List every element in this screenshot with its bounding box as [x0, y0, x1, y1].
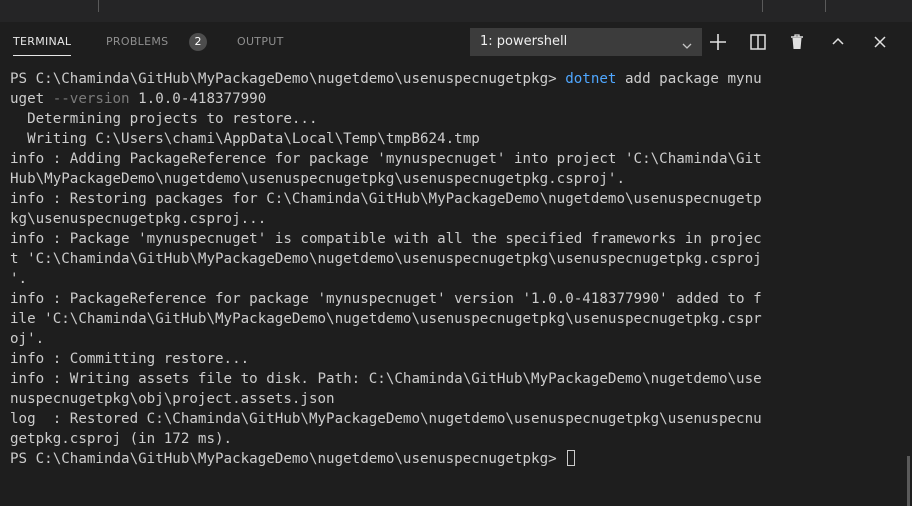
trash-icon[interactable]	[785, 30, 809, 54]
terminal-line: ile 'C:\Chaminda\GitHub\MyPackageDemo\nu…	[10, 309, 900, 329]
split-icon[interactable]	[746, 30, 770, 54]
scrollbar[interactable]	[907, 456, 910, 506]
terminal-output[interactable]: PS C:\Chaminda\GitHub\MyPackageDemo\nuge…	[0, 64, 912, 506]
terminal-text: uget	[10, 91, 53, 107]
terminal-line: info : Committing restore...	[10, 349, 900, 369]
terminal-line: '.	[10, 269, 900, 289]
chevron-up-icon[interactable]	[826, 30, 850, 54]
terminal-text: 1.0.0-418377990	[129, 91, 267, 107]
terminal-lines: PS C:\Chaminda\GitHub\MyPackageDemo\nuge…	[10, 69, 900, 469]
terminal-line: getpkg.csproj (in 172 ms).	[10, 429, 900, 449]
terminal-line: kg\usenuspecnugetpkg.csproj...	[10, 209, 900, 229]
divider	[98, 0, 99, 12]
terminal-text: info : Restoring packages for C:\Chamind…	[10, 191, 762, 207]
flag-token: --version	[52, 91, 130, 107]
terminal-text: t 'C:\Chaminda\GitHub\MyPackageDemo\nuge…	[10, 251, 762, 267]
terminal-line: info : Writing assets file to disk. Path…	[10, 369, 900, 389]
close-icon[interactable]	[868, 30, 892, 54]
divider	[825, 0, 826, 12]
editor-area-edge	[0, 0, 912, 23]
panel-header: TERMINAL PROBLEMS 2 OUTPUT 1: powershell	[0, 22, 912, 64]
terminal-line: Hub\MyPackageDemo\nugetdemo\usenuspecnug…	[10, 169, 900, 189]
problems-count-badge: 2	[189, 33, 207, 51]
terminal-line: uget --version 1.0.0-418377990	[10, 89, 900, 109]
terminal-text: '.	[10, 271, 28, 287]
terminal-text: info : Package 'mynuspecnuget' is compat…	[10, 231, 762, 247]
terminal-text: log : Restored C:\Chaminda\GitHub\MyPack…	[10, 411, 762, 427]
terminal-line: nuspecnugetpkg\obj\project.assets.json	[10, 389, 900, 409]
terminal-text: info : Adding PackageReference for packa…	[10, 151, 762, 167]
terminal-text: getpkg.csproj (in 172 ms).	[10, 431, 233, 447]
terminal-text: ile 'C:\Chaminda\GitHub\MyPackageDemo\nu…	[10, 311, 762, 327]
tab-problems[interactable]: PROBLEMS	[106, 35, 168, 48]
terminal-text: PS C:\Chaminda\GitHub\MyPackageDemo\nuge…	[10, 71, 566, 87]
tab-terminal[interactable]: TERMINAL	[13, 35, 72, 56]
terminal-line: t 'C:\Chaminda\GitHub\MyPackageDemo\nuge…	[10, 249, 900, 269]
terminal-line: oj'.	[10, 329, 900, 349]
chevron-down-icon	[681, 37, 693, 49]
vscode-panel: TERMINAL PROBLEMS 2 OUTPUT 1: powershell…	[0, 0, 912, 506]
terminal-text: Hub\MyPackageDemo\nugetdemo\usenuspecnug…	[10, 171, 625, 187]
terminal-text: kg\usenuspecnugetpkg.csproj...	[10, 211, 267, 227]
terminal-text: info : Committing restore...	[10, 351, 250, 367]
divider	[762, 0, 763, 12]
terminal-cursor	[567, 450, 576, 466]
terminal-line: info : PackageReference for package 'myn…	[10, 289, 900, 309]
plus-icon[interactable]	[706, 30, 730, 54]
tab-output[interactable]: OUTPUT	[237, 35, 284, 48]
terminal-line: Writing C:\Users\chami\AppData\Local\Tem…	[10, 129, 900, 149]
terminal-line: log : Restored C:\Chaminda\GitHub\MyPack…	[10, 409, 900, 429]
terminal-line: info : Package 'mynuspecnuget' is compat…	[10, 229, 900, 249]
terminal-line: info : Adding PackageReference for packa…	[10, 149, 900, 169]
terminal-line: PS C:\Chaminda\GitHub\MyPackageDemo\nuge…	[10, 69, 900, 89]
terminal-text: Writing C:\Users\chami\AppData\Local\Tem…	[10, 131, 480, 147]
terminal-selector-label: 1: powershell	[480, 34, 568, 49]
terminal-text: info : PackageReference for package 'myn…	[10, 291, 762, 307]
terminal-text: nuspecnugetpkg\obj\project.assets.json	[10, 391, 335, 407]
terminal-selector-dropdown[interactable]: 1: powershell	[470, 28, 702, 56]
terminal-text: Determining projects to restore...	[10, 111, 318, 127]
terminal-text: PS C:\Chaminda\GitHub\MyPackageDemo\nuge…	[10, 451, 566, 467]
terminal-line: PS C:\Chaminda\GitHub\MyPackageDemo\nuge…	[10, 449, 900, 469]
terminal-line: Determining projects to restore...	[10, 109, 900, 129]
terminal-text: oj'.	[10, 331, 45, 347]
command-token: dotnet	[565, 71, 617, 87]
terminal-line: info : Restoring packages for C:\Chamind…	[10, 189, 900, 209]
terminal-text: add package mynu	[616, 71, 762, 87]
terminal-text: info : Writing assets file to disk. Path…	[10, 371, 762, 387]
